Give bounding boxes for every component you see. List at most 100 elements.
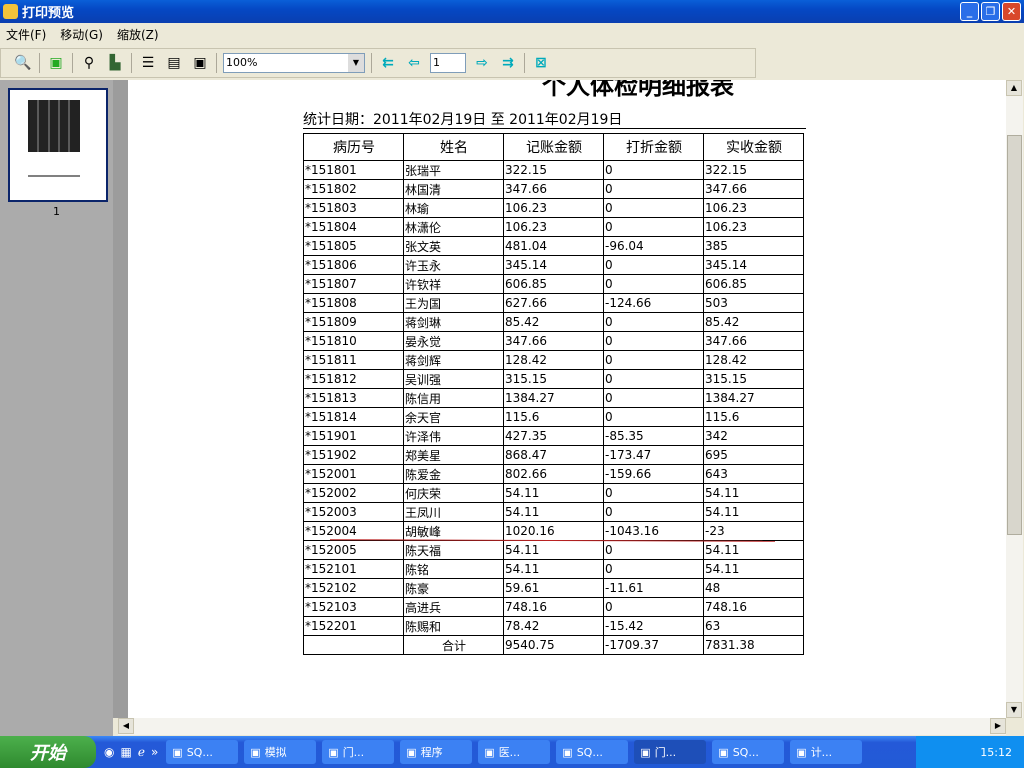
taskbar-label: 计... [810, 746, 833, 759]
app-icon [3, 4, 18, 19]
app-icon: ▣ [172, 745, 183, 759]
prev-page-icon[interactable]: ⇦ [404, 53, 424, 73]
next-page-icon[interactable]: ⇨ [472, 53, 492, 73]
table-row: *151804 林潇伦 106.23 0 106.23 [303, 217, 804, 237]
taskbar-label: SQ... [576, 745, 603, 759]
page-width-icon[interactable]: ☰ [138, 53, 158, 73]
app-icon: ▣ [250, 745, 261, 759]
close-button[interactable]: ✕ [1002, 2, 1021, 21]
ie-icon[interactable]: ℯ [138, 745, 145, 759]
taskbar-button[interactable]: ▣ 计... [790, 740, 863, 764]
menu-move[interactable]: 移动(G) [60, 26, 103, 43]
save-icon[interactable]: ▣ [46, 53, 66, 73]
table-header: 病历号 姓名 记账金额 打折金额 实收金额 [303, 133, 804, 161]
table-cell: 322.15 [503, 160, 604, 180]
whole-page-icon[interactable]: ▣ [190, 53, 210, 73]
scroll-right-icon[interactable]: ▶ [990, 718, 1006, 734]
horizontal-scrollbar[interactable]: ◀ ▶ [118, 718, 1006, 735]
scroll-left-icon[interactable]: ◀ [118, 718, 134, 734]
scroll-up-icon[interactable]: ▲ [1006, 80, 1022, 96]
table-row: *151802 林国清 347.66 0 347.66 [303, 179, 804, 199]
table-cell: 0 [603, 255, 704, 275]
magnifier-icon[interactable]: 🔍 [13, 53, 33, 73]
table-cell: 385 [703, 236, 804, 256]
scroll-down-icon[interactable]: ▼ [1006, 702, 1022, 718]
table-cell: *151810 [303, 331, 404, 351]
taskbar-button[interactable]: ▣ 程序 [400, 740, 473, 764]
first-page-icon[interactable]: ⇇ [378, 53, 398, 73]
window-title: 打印预览 [22, 6, 75, 21]
taskbar-button[interactable]: ▣ 医... [478, 740, 551, 764]
menu-file[interactable]: 文件(F) [6, 26, 46, 43]
find-icon[interactable]: ⚲ [79, 53, 99, 73]
taskbar-label: SQ... [186, 745, 213, 759]
taskbar-button[interactable]: ▣ 门... [634, 740, 707, 764]
report-title: 个人体检明细报表 [542, 80, 734, 100]
table-row: *151808 王为国 627.66 -124.66 503 [303, 293, 804, 313]
show-desktop-icon[interactable]: ◉ [104, 745, 114, 759]
table-cell: 许玉永 [403, 255, 504, 275]
chevron-right-icon[interactable]: » [151, 745, 158, 759]
menu-zoom[interactable]: 缩放(Z) [117, 26, 159, 43]
last-page-icon[interactable]: ⇉ [498, 53, 518, 73]
table-cell: 陈信用 [403, 388, 504, 408]
taskbar-button[interactable]: ▣ 门... [322, 740, 395, 764]
page-thumbnail[interactable] [8, 88, 108, 202]
table-cell [303, 635, 404, 655]
chevron-down-icon[interactable]: ▼ [348, 54, 364, 72]
table-cell: *151808 [303, 293, 404, 313]
table-cell: 0 [603, 217, 704, 237]
print-icon[interactable]: ▙ [105, 53, 125, 73]
scroll-thumb[interactable] [1007, 135, 1022, 535]
table-cell: 0 [603, 369, 704, 389]
taskbar-button[interactable]: ▣ SQ... [556, 740, 629, 764]
table-cell: 345.14 [503, 255, 604, 275]
taskbar-button[interactable]: ▣ SQ... [166, 740, 239, 764]
table-cell: *152004 [303, 521, 404, 541]
vertical-scrollbar[interactable]: ▲ ▼ [1006, 80, 1023, 718]
table-row: *152101 陈铭 54.11 0 54.11 [303, 559, 804, 579]
table-cell: 315.15 [503, 369, 604, 389]
table-cell: *152001 [303, 464, 404, 484]
table-cell: 347.66 [503, 179, 604, 199]
table-cell: *151801 [303, 160, 404, 180]
table-cell: *151806 [303, 255, 404, 275]
table-cell: 张瑞平 [403, 160, 504, 180]
table-cell: 张文英 [403, 236, 504, 256]
table-cell: 0 [603, 198, 704, 218]
page-number-input[interactable]: 1 [430, 53, 466, 73]
table-cell: 陈豪 [403, 578, 504, 598]
table-row: *151810 晏永觉 347.66 0 347.66 [303, 331, 804, 351]
separator [39, 53, 40, 73]
table-cell: 0 [603, 559, 704, 579]
table-row: *151901 许泽伟 427.35 -85.35 342 [303, 426, 804, 446]
fit-page-icon[interactable]: ▤ [164, 53, 184, 73]
app-icon: ▣ [796, 745, 807, 759]
taskbar-button[interactable]: ▣ SQ... [712, 740, 785, 764]
table-cell: 345.14 [703, 255, 804, 275]
maximize-button[interactable]: ❐ [981, 2, 1000, 21]
table-row: *151805 张文英 481.04 -96.04 385 [303, 236, 804, 256]
panel-splitter[interactable] [113, 80, 128, 718]
minimize-button[interactable]: _ [960, 2, 979, 21]
table-cell: *151802 [303, 179, 404, 199]
divider [303, 128, 806, 129]
table-cell: 林瑜 [403, 198, 504, 218]
app-quicklaunch-icon[interactable]: ▦ [120, 745, 131, 759]
table-cell: 48 [703, 578, 804, 598]
table-row: *151902 郑美星 868.47 -173.47 695 [303, 445, 804, 465]
taskbar-label: 门... [654, 746, 677, 759]
start-button[interactable]: 开始 [0, 736, 96, 768]
table-cell: 1020.16 [503, 521, 604, 541]
table-cell: 868.47 [503, 445, 604, 465]
total-row: 合计 9540.75 -1709.37 7831.38 [303, 635, 804, 655]
taskbar-button[interactable]: ▣ 模拟 [244, 740, 317, 764]
zoom-select[interactable]: 100% ▼ [223, 53, 365, 73]
table-cell: 0 [603, 179, 704, 199]
table-cell: 0 [603, 350, 704, 370]
table-cell: 陈爱金 [403, 464, 504, 484]
taskbar: 开始 ◉ ▦ ℯ » ▣ SQ... ▣ 模拟 ▣ 门... ▣ 程序 ▣ 医... ▣ SQ... ▣… [0, 736, 1024, 768]
close-preview-icon[interactable]: ⊠ [531, 53, 551, 73]
table-cell: 0 [603, 274, 704, 294]
table-cell: *151814 [303, 407, 404, 427]
